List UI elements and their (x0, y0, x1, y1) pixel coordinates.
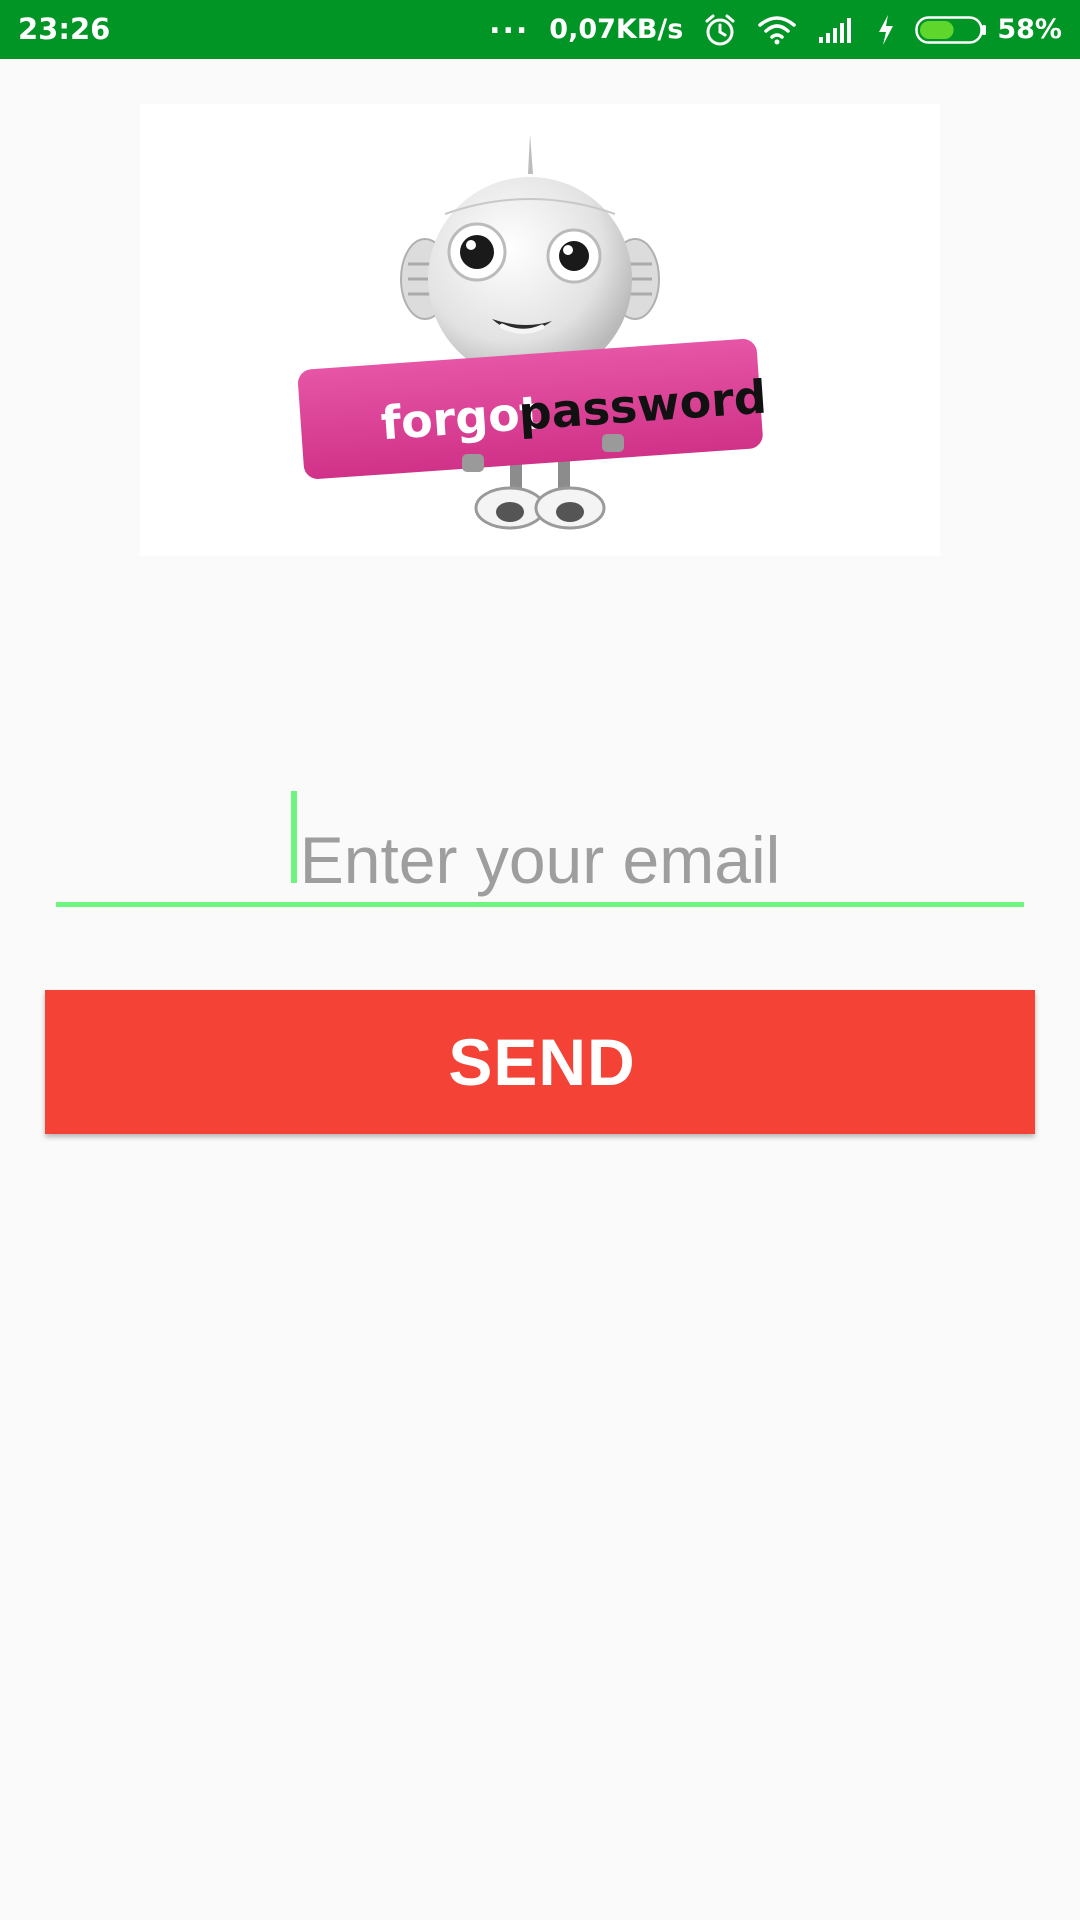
signal-icon (817, 15, 857, 45)
email-underline (56, 902, 1024, 907)
battery-percent: 58% (997, 14, 1062, 45)
status-bar: 23:26 ... 0,07KB/s 58% (0, 0, 1080, 59)
more-notifications-icon: ... (489, 5, 530, 41)
status-time: 23:26 (18, 12, 111, 46)
alarm-icon (703, 13, 737, 47)
battery-icon (915, 15, 987, 45)
email-input[interactable] (56, 786, 1024, 902)
status-icons: ... 0,07KB/s 58% (469, 0, 1062, 59)
text-cursor (291, 791, 297, 883)
email-field[interactable]: Enter your email (56, 786, 1024, 907)
network-speed: 0,07KB/s (549, 14, 684, 45)
wifi-icon (757, 14, 797, 46)
send-button[interactable]: SEND (45, 990, 1035, 1134)
charging-icon (877, 14, 895, 46)
forgot-password-illustration: forgot password (140, 104, 940, 556)
